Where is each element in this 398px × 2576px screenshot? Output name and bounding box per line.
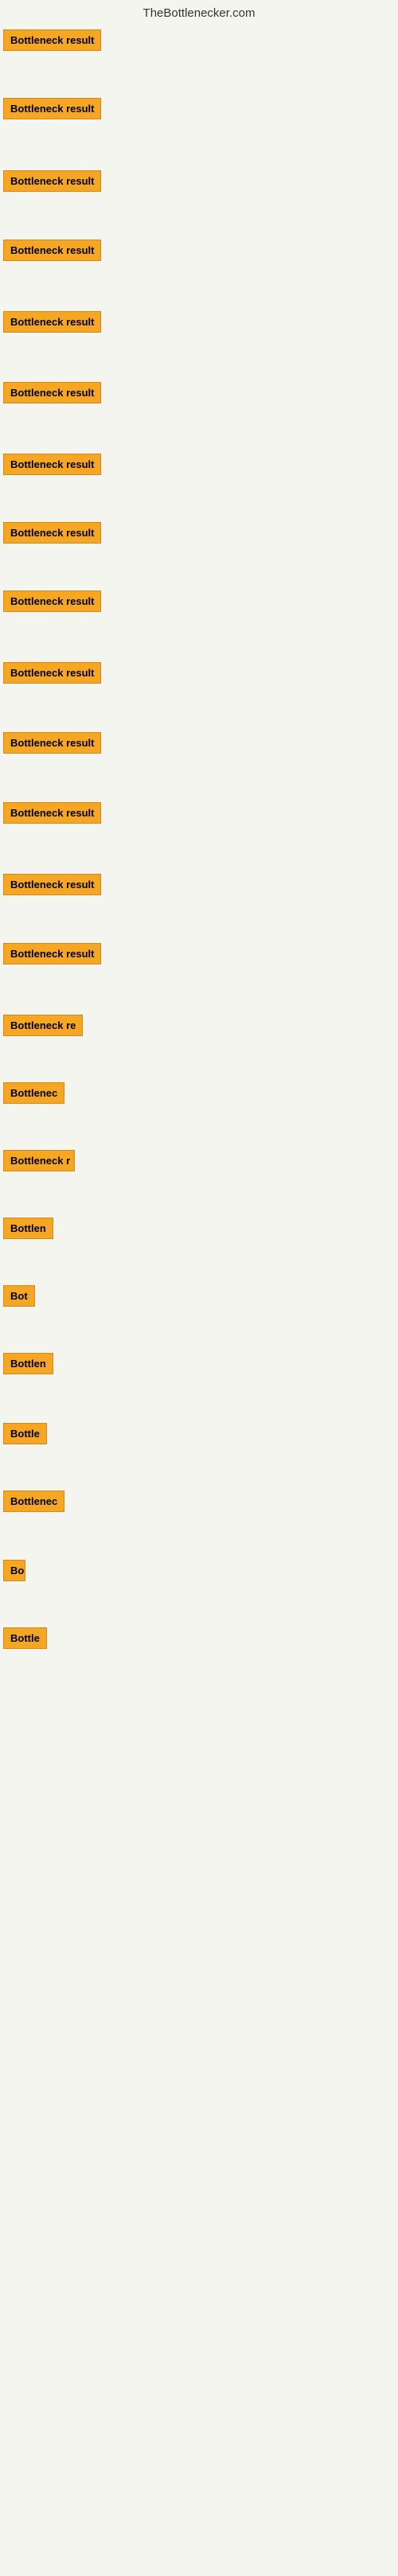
bottleneck-item[interactable]: Bottleneck result (3, 662, 101, 688)
bottleneck-item[interactable]: Bottleneck result (3, 522, 101, 548)
bottleneck-item[interactable]: Bottleneck result (3, 98, 101, 123)
bottleneck-item[interactable]: Bottleneck re (3, 1015, 83, 1040)
bottleneck-badge[interactable]: Bottleneck result (3, 874, 101, 895)
bottleneck-badge[interactable]: Bottleneck result (3, 240, 101, 261)
bottleneck-item[interactable]: Bottleneck result (3, 311, 101, 337)
bottleneck-badge[interactable]: Bottleneck r (3, 1150, 75, 1171)
bottleneck-badge[interactable]: Bottleneck result (3, 98, 101, 119)
bottleneck-badge[interactable]: Bot (3, 1285, 35, 1307)
bottleneck-badge[interactable]: Bottle (3, 1423, 47, 1444)
bottleneck-badge[interactable]: Bottleneck result (3, 29, 101, 51)
bottleneck-item[interactable]: Bottlenec (3, 1082, 64, 1108)
bottleneck-item[interactable]: Bot (3, 1285, 35, 1311)
bottleneck-badge[interactable]: Bottleneck result (3, 311, 101, 333)
bottleneck-badge[interactable]: Bottlen (3, 1218, 53, 1239)
site-title: TheBottlenecker.com (0, 0, 398, 29)
bottleneck-item[interactable]: Bottleneck result (3, 732, 101, 758)
bottleneck-badge[interactable]: Bottleneck result (3, 732, 101, 754)
bottleneck-item[interactable]: Bo (3, 1560, 25, 1585)
bottleneck-badge[interactable]: Bottleneck re (3, 1015, 83, 1036)
bottleneck-badge[interactable]: Bottleneck result (3, 382, 101, 403)
bottleneck-badge[interactable]: Bottlenec (3, 1491, 64, 1512)
bottleneck-item[interactable]: Bottle (3, 1423, 47, 1448)
bottleneck-badge[interactable]: Bottlen (3, 1353, 53, 1374)
bottleneck-badge[interactable]: Bottleneck result (3, 943, 101, 965)
bottleneck-badge[interactable]: Bottleneck result (3, 802, 101, 824)
bottleneck-badge[interactable]: Bottlenec (3, 1082, 64, 1104)
bottleneck-item[interactable]: Bottleneck result (3, 382, 101, 407)
bottleneck-item[interactable]: Bottleneck result (3, 240, 101, 265)
bottleneck-item[interactable]: Bottleneck result (3, 874, 101, 899)
bottleneck-item[interactable]: Bottleneck result (3, 802, 101, 828)
bottleneck-badge[interactable]: Bottle (3, 1627, 47, 1649)
bottleneck-item[interactable]: Bottlenec (3, 1491, 64, 1516)
bottleneck-item[interactable]: Bottleneck r (3, 1150, 75, 1175)
bottleneck-item[interactable]: Bottle (3, 1627, 47, 1653)
bottleneck-item[interactable]: Bottleneck result (3, 454, 101, 479)
bottleneck-badge[interactable]: Bo (3, 1560, 25, 1581)
bottleneck-badge[interactable]: Bottleneck result (3, 590, 101, 612)
bottleneck-item[interactable]: Bottlen (3, 1353, 53, 1378)
bottleneck-item[interactable]: Bottleneck result (3, 943, 101, 968)
bottleneck-item[interactable]: Bottleneck result (3, 170, 101, 196)
bottleneck-item[interactable]: Bottlen (3, 1218, 53, 1243)
bottleneck-item[interactable]: Bottleneck result (3, 29, 101, 55)
bottleneck-item[interactable]: Bottleneck result (3, 590, 101, 616)
bottleneck-badge[interactable]: Bottleneck result (3, 662, 101, 684)
bottleneck-badge[interactable]: Bottleneck result (3, 522, 101, 544)
bottleneck-badge[interactable]: Bottleneck result (3, 170, 101, 192)
bottleneck-badge[interactable]: Bottleneck result (3, 454, 101, 475)
